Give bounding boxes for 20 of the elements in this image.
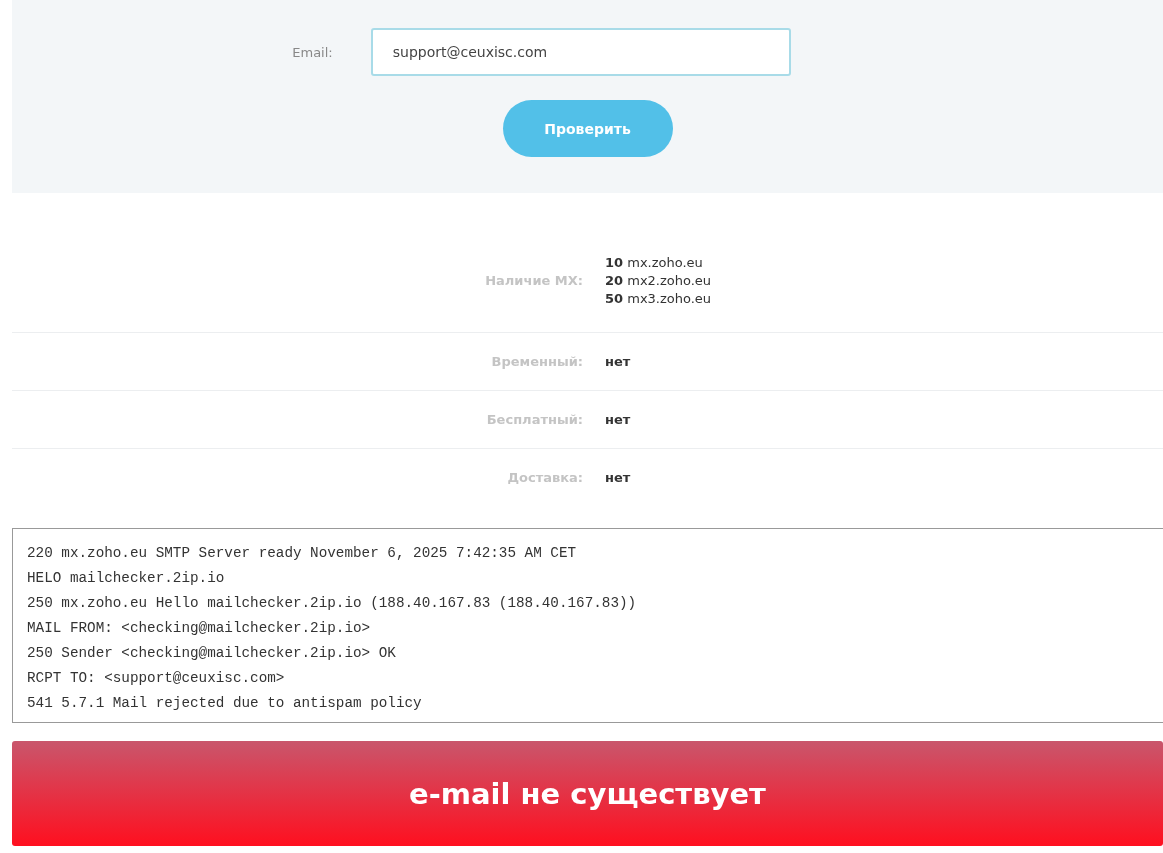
log-line: 220 mx.zoho.eu SMTP Server ready November 6, 2025 7:42:35 AM CET: [27, 544, 578, 563]
mx-record: 50 mx3.zoho.eu: [605, 291, 713, 306]
result-value: нет: [605, 412, 632, 427]
result-message: e-mail не существует: [409, 776, 766, 811]
result-label: Временный:: [490, 354, 583, 369]
result-value: нет: [605, 470, 632, 485]
log-line: 250 Sender <checking@mailchecker.2ip.io> OK: [27, 644, 397, 663]
log-line: HELO mailchecker.2ip.io: [27, 569, 226, 588]
result-label: Доставка:: [506, 470, 583, 485]
email-input[interactable]: support@ceuxisc.com: [370, 28, 791, 76]
log-line: RCPT TO: <support@ceuxisc.com>: [27, 669, 286, 688]
log-line: 541 5.7.1 Mail rejected due to antispam policy: [27, 694, 423, 713]
mx-record: 20 mx2.zoho.eu: [605, 273, 713, 288]
result-label: Наличие MX:: [484, 273, 583, 288]
log-line: MAIL FROM: <checking@mailchecker.2ip.io>: [27, 619, 372, 638]
mx-record: 10 mx.zoho.eu: [605, 255, 704, 270]
result-value: нет: [605, 354, 632, 369]
email-label: Email:: [292, 44, 333, 60]
log-line: 250 mx.zoho.eu Hello mailchecker.2ip.io (188.40.167.83 (188.40.167.83)): [27, 594, 638, 613]
result-label: Бесплатный:: [485, 412, 583, 427]
